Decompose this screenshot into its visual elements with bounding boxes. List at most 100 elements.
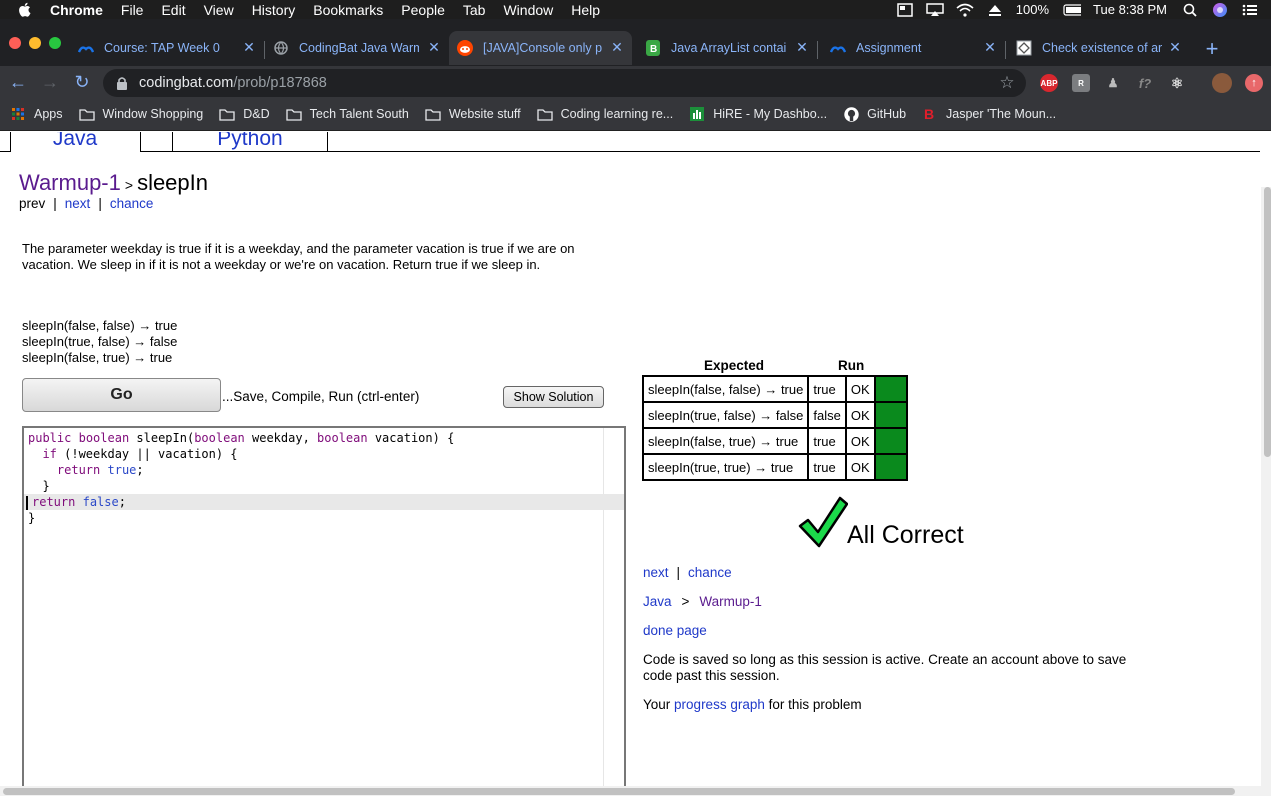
airplay-icon[interactable] [926,2,944,17]
bookmark-apps[interactable]: Apps [10,107,63,121]
browser-tab[interactable]: Check existence of ar ✕ [1006,31,1190,65]
menu-edit[interactable]: Edit [161,2,185,18]
browser-tab[interactable]: Course: TAP Week 0 ✕ [78,31,264,65]
nav-separator: | [98,196,102,211]
screen-grid-icon[interactable] [896,2,914,17]
all-correct-label: All Correct [847,521,964,549]
wifi-icon[interactable] [956,3,974,17]
menu-history[interactable]: History [252,2,296,18]
menu-tab[interactable]: Tab [463,2,486,18]
extension-formula-icon[interactable]: f? [1136,74,1154,92]
text-cursor [26,495,28,510]
apple-icon[interactable] [18,2,32,17]
lock-icon[interactable] [116,76,128,90]
menu-file[interactable]: File [121,2,144,18]
horizontal-scrollbar-thumb[interactable] [3,788,1235,795]
code-line-current: return false; [24,494,624,510]
menu-view[interactable]: View [204,2,234,18]
menu-people[interactable]: People [401,2,445,18]
bookmark-folder[interactable]: Tech Talent South [286,107,409,121]
header-run: Run [838,358,865,373]
vertical-scrollbar-thumb[interactable] [1264,187,1271,457]
breadcrumb-section-link[interactable]: Warmup-1 [19,170,121,195]
run-cell: true [807,375,847,403]
spotlight-search-icon[interactable] [1181,3,1199,17]
active-tab-gap [11,151,140,153]
bookmark-star-icon[interactable]: ☆ [998,74,1016,92]
go-button[interactable]: Go [22,378,221,412]
forward-arrow-icon[interactable]: → [41,73,59,91]
done-page-link[interactable]: done page [643,623,707,638]
java-link[interactable]: Java [643,594,672,609]
back-arrow-icon[interactable]: ← [9,73,27,91]
browser-tab[interactable]: Assignment ✕ [818,31,1005,65]
tab-java[interactable]: Java [11,132,139,152]
menu-clock[interactable]: Tue 8:38 PM [1093,2,1167,17]
adblock-plus-icon[interactable]: ABP [1040,74,1058,92]
folder-icon [536,107,553,121]
menu-bookmarks[interactable]: Bookmarks [313,2,383,18]
bookmark-github[interactable]: GitHub [843,106,906,122]
browser-toolbar: ← → ↻ codingbat.com/prob/p187868 ☆ ABP R… [0,66,1271,98]
chance-link[interactable]: chance [110,196,154,211]
address-url[interactable]: codingbat.com/prob/p187868 [139,75,327,91]
warmup-link[interactable]: Warmup-1 [699,594,762,609]
progress-graph-link[interactable]: progress graph [674,697,765,712]
tab-close-icon[interactable]: ✕ [610,40,624,54]
next-link[interactable]: next [643,565,669,580]
browser-tab-active[interactable]: [JAVA]Console only p ✕ [449,31,632,65]
show-solution-button[interactable]: Show Solution [503,386,604,408]
extension-r-icon[interactable]: R [1072,74,1090,92]
bookmark-folder[interactable]: Coding learning re... [536,107,673,121]
next-link[interactable]: next [65,196,91,211]
code-line: } [28,479,50,493]
menu-help[interactable]: Help [571,2,600,18]
b-logo-icon: B [922,107,938,121]
bookmark-folder[interactable]: Website stuff [425,107,521,121]
status-cell: OK [844,375,876,403]
bookmark-folder[interactable]: D&D [219,107,270,121]
tab-close-icon[interactable]: ✕ [795,40,809,54]
new-tab-icon[interactable]: + [1203,38,1221,60]
chance-link[interactable]: chance [688,565,732,580]
tab-close-icon[interactable]: ✕ [983,40,997,54]
code-line: return true; [56,463,144,477]
code-editor[interactable]: public boolean sleepIn(boolean weekday, … [22,426,626,796]
tab-close-icon[interactable]: ✕ [427,40,441,54]
language-tabs: Java Python [0,132,1260,153]
progress-line: Your progress graph for this problem [643,697,862,712]
browser-tab[interactable]: CodingBat Java Warm ✕ [265,31,449,65]
bookmark-label: Jasper 'The Moun... [946,107,1057,121]
bookmark-hire[interactable]: HiRE - My Dashbo... [689,107,827,121]
tab-python[interactable]: Python [173,132,327,152]
b-icon: B [645,40,661,56]
tab-divider [327,132,328,152]
battery-percent: 100% [1015,2,1050,17]
extension-person-icon[interactable]: ♟ [1104,74,1122,92]
tab-close-icon[interactable]: ✕ [242,40,256,54]
status-cell: OK [844,453,876,481]
svg-text:B: B [650,44,657,55]
menu-chrome[interactable]: Chrome [50,2,103,18]
window-minimize-button[interactable] [29,37,41,49]
progress-suffix: for this problem [768,697,862,712]
window-zoom-button[interactable] [49,37,61,49]
problem-description: The parameter weekday is true if it is a… [22,241,575,272]
eject-icon[interactable] [986,3,1004,17]
reload-icon[interactable]: ↻ [73,73,91,91]
notification-center-icon[interactable] [1241,3,1259,17]
siri-icon[interactable] [1211,2,1229,17]
battery-icon[interactable] [1063,3,1082,17]
pass-indicator [873,453,908,481]
bookmark-folder[interactable]: Window Shopping [78,107,203,121]
update-icon[interactable]: ↑ [1245,74,1263,92]
status-cell: OK [844,427,876,455]
window-close-button[interactable] [9,37,21,49]
menu-window[interactable]: Window [503,2,553,18]
address-bar[interactable]: codingbat.com/prob/p187868 ☆ [103,69,1026,97]
tab-close-icon[interactable]: ✕ [1168,40,1182,54]
react-devtools-icon[interactable]: ⚛ [1168,74,1186,92]
bookmark-jasper[interactable]: B Jasper 'The Moun... [922,107,1056,121]
profile-avatar[interactable] [1212,73,1232,93]
browser-tab[interactable]: B Java ArrayList contai ✕ [633,31,817,65]
